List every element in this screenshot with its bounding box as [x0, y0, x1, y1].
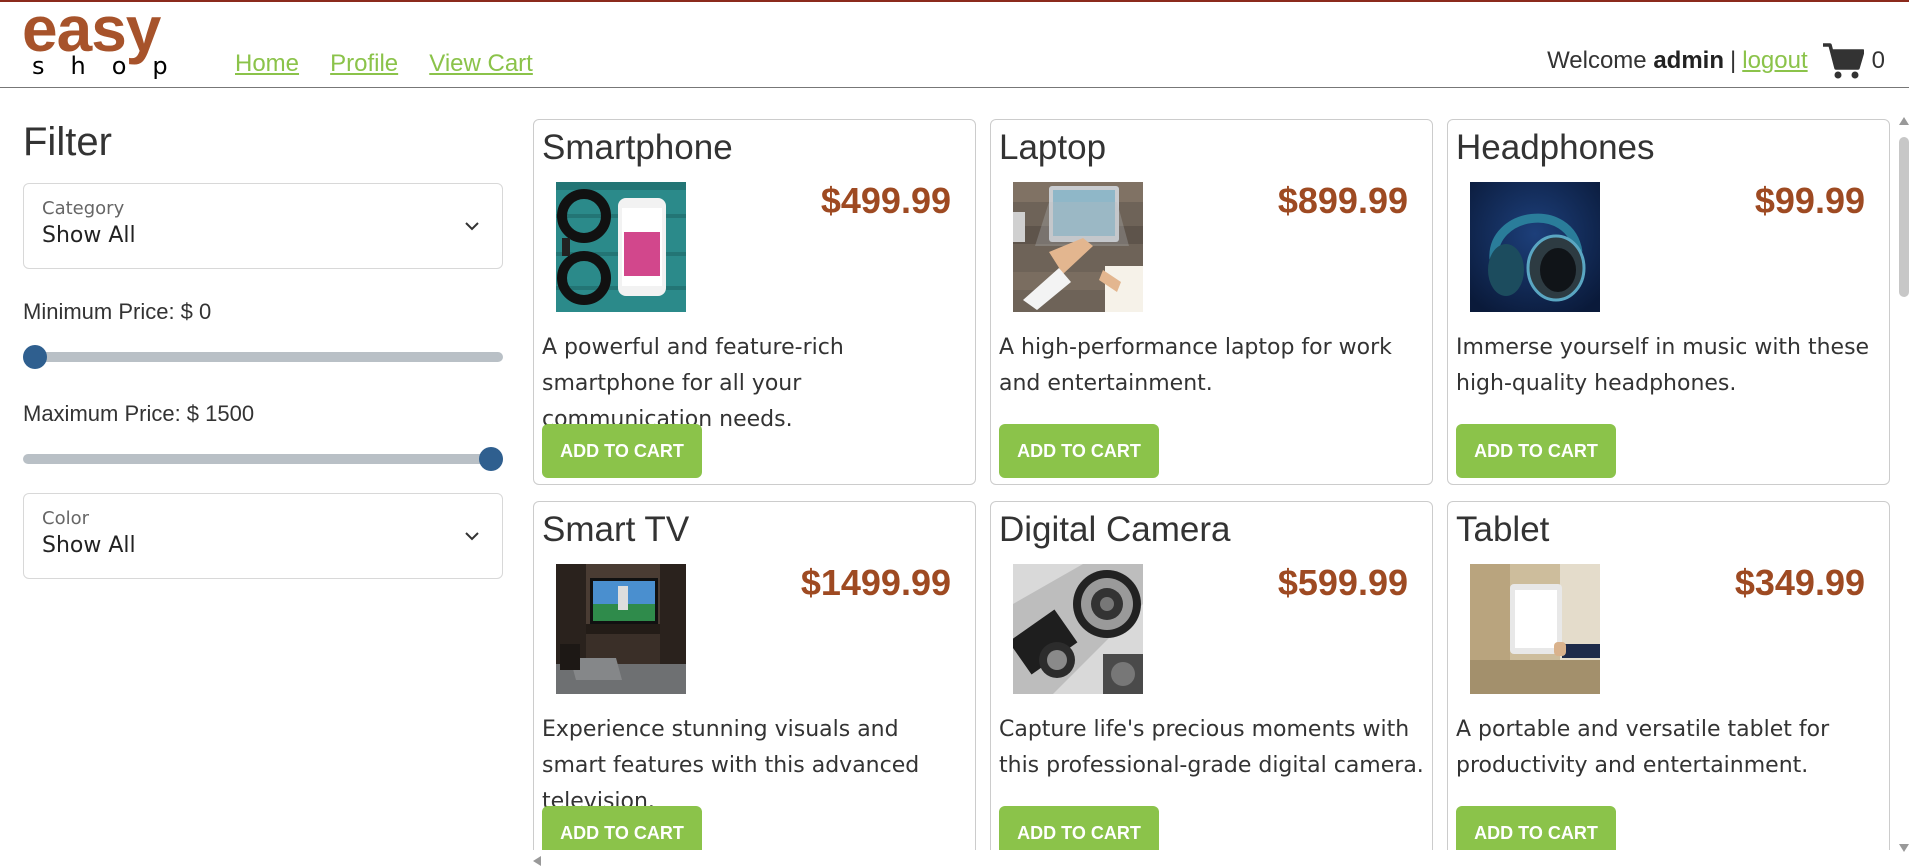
- category-label: Category: [42, 198, 125, 219]
- category-value: Show All: [42, 223, 136, 248]
- user-separator: |: [1730, 47, 1737, 74]
- add-to-cart-button[interactable]: ADD TO CART: [542, 424, 702, 478]
- chevron-down-icon: [465, 532, 479, 541]
- product-card: Headphones $99.99 Immerse yourself in mu…: [1447, 119, 1890, 485]
- add-to-cart-button[interactable]: ADD TO CART: [999, 806, 1159, 850]
- product-card: Smart TV $1499.99 Experience stunning vi…: [533, 501, 976, 850]
- product-price: $99.99: [1754, 180, 1865, 221]
- product-card: Digital Camera $599.99 Capture life's pr…: [990, 501, 1433, 850]
- logout-link[interactable]: logout: [1742, 47, 1807, 75]
- product-card: Laptop $899.99 A high-performance laptop…: [990, 119, 1433, 485]
- product-description: Experience stunning visuals and smart fe…: [542, 717, 920, 814]
- scrollbar-thumb[interactable]: [1899, 137, 1909, 297]
- product-grid: Smartphone $499.99 A powerful and featur…: [533, 119, 1890, 850]
- nav-profile-link[interactable]: Profile: [330, 50, 398, 77]
- horizontal-scrollbar[interactable]: [533, 854, 1897, 866]
- product-card: Smartphone $499.99 A powerful and featur…: [533, 119, 976, 485]
- product-name: Headphones: [1456, 128, 1655, 167]
- shopping-cart-icon[interactable]: [1822, 42, 1864, 80]
- camera-photo: [1013, 564, 1143, 694]
- product-price: $499.99: [820, 180, 951, 221]
- product-description: A high-performance laptop for work and e…: [999, 335, 1392, 396]
- product-card: Tablet $349.99 A portable and versatile …: [1447, 501, 1890, 850]
- add-to-cart-button[interactable]: ADD TO CART: [1456, 424, 1616, 478]
- min-price-slider[interactable]: [23, 341, 503, 371]
- header: easy shop Home Profile View Cart Welcome…: [0, 0, 1909, 88]
- color-value: Show All: [42, 533, 136, 558]
- product-name: Tablet: [1456, 510, 1550, 549]
- laptop-photo: [1013, 182, 1143, 312]
- product-price: $599.99: [1277, 562, 1408, 603]
- user-bar: Welcome admin | logout 0: [1547, 42, 1885, 80]
- product-price: $349.99: [1734, 562, 1865, 603]
- slider-thumb[interactable]: [23, 345, 47, 369]
- product-price: $1499.99: [800, 562, 951, 603]
- headphones-photo: [1470, 182, 1600, 312]
- chevron-down-icon: [465, 222, 479, 231]
- category-select[interactable]: Category Show All: [23, 183, 503, 269]
- slider-track: [23, 352, 503, 362]
- nav-view-cart-link[interactable]: View Cart: [429, 50, 533, 77]
- product-name: Digital Camera: [999, 510, 1231, 549]
- product-description: Immerse yourself in music with these hig…: [1456, 335, 1870, 396]
- product-price: $899.99: [1277, 180, 1408, 221]
- scroll-left-icon[interactable]: [533, 856, 541, 866]
- product-name: Smartphone: [542, 128, 733, 167]
- max-price-slider[interactable]: [23, 443, 503, 473]
- color-select[interactable]: Color Show All: [23, 493, 503, 579]
- min-price-label: Minimum Price: $ 0: [23, 299, 212, 324]
- logo[interactable]: easy shop: [22, 0, 207, 82]
- cart-count[interactable]: 0: [1872, 47, 1885, 75]
- max-price-label: Maximum Price: $ 1500: [23, 401, 255, 426]
- product-description: A powerful and feature-rich smartphone f…: [542, 335, 844, 432]
- slider-thumb[interactable]: [479, 447, 503, 471]
- main-nav: Home Profile View Cart: [235, 50, 559, 78]
- tablet-photo: [1470, 564, 1600, 694]
- welcome-text: Welcome: [1547, 47, 1647, 74]
- product-description: A portable and versatile tablet for prod…: [1456, 717, 1830, 778]
- scroll-down-icon[interactable]: [1899, 844, 1909, 852]
- product-description: Capture life's precious moments with thi…: [999, 717, 1424, 778]
- color-label: Color: [42, 508, 89, 529]
- add-to-cart-button[interactable]: ADD TO CART: [999, 424, 1159, 478]
- product-name: Smart TV: [542, 510, 690, 549]
- logo-word-shop: shop: [32, 52, 194, 80]
- username: admin: [1653, 47, 1725, 74]
- smartphone-photo: [556, 182, 686, 312]
- add-to-cart-button[interactable]: ADD TO CART: [542, 806, 702, 850]
- product-name: Laptop: [999, 128, 1107, 167]
- filter-title: Filter: [23, 120, 112, 164]
- scroll-up-icon[interactable]: [1899, 117, 1909, 125]
- add-to-cart-button[interactable]: ADD TO CART: [1456, 806, 1616, 850]
- nav-home-link[interactable]: Home: [235, 50, 299, 77]
- vertical-scrollbar[interactable]: [1897, 117, 1909, 852]
- tv-photo: [556, 564, 686, 694]
- slider-track: [23, 454, 503, 464]
- filter-sidebar: Filter Category Show All Minimum Price: …: [23, 120, 503, 579]
